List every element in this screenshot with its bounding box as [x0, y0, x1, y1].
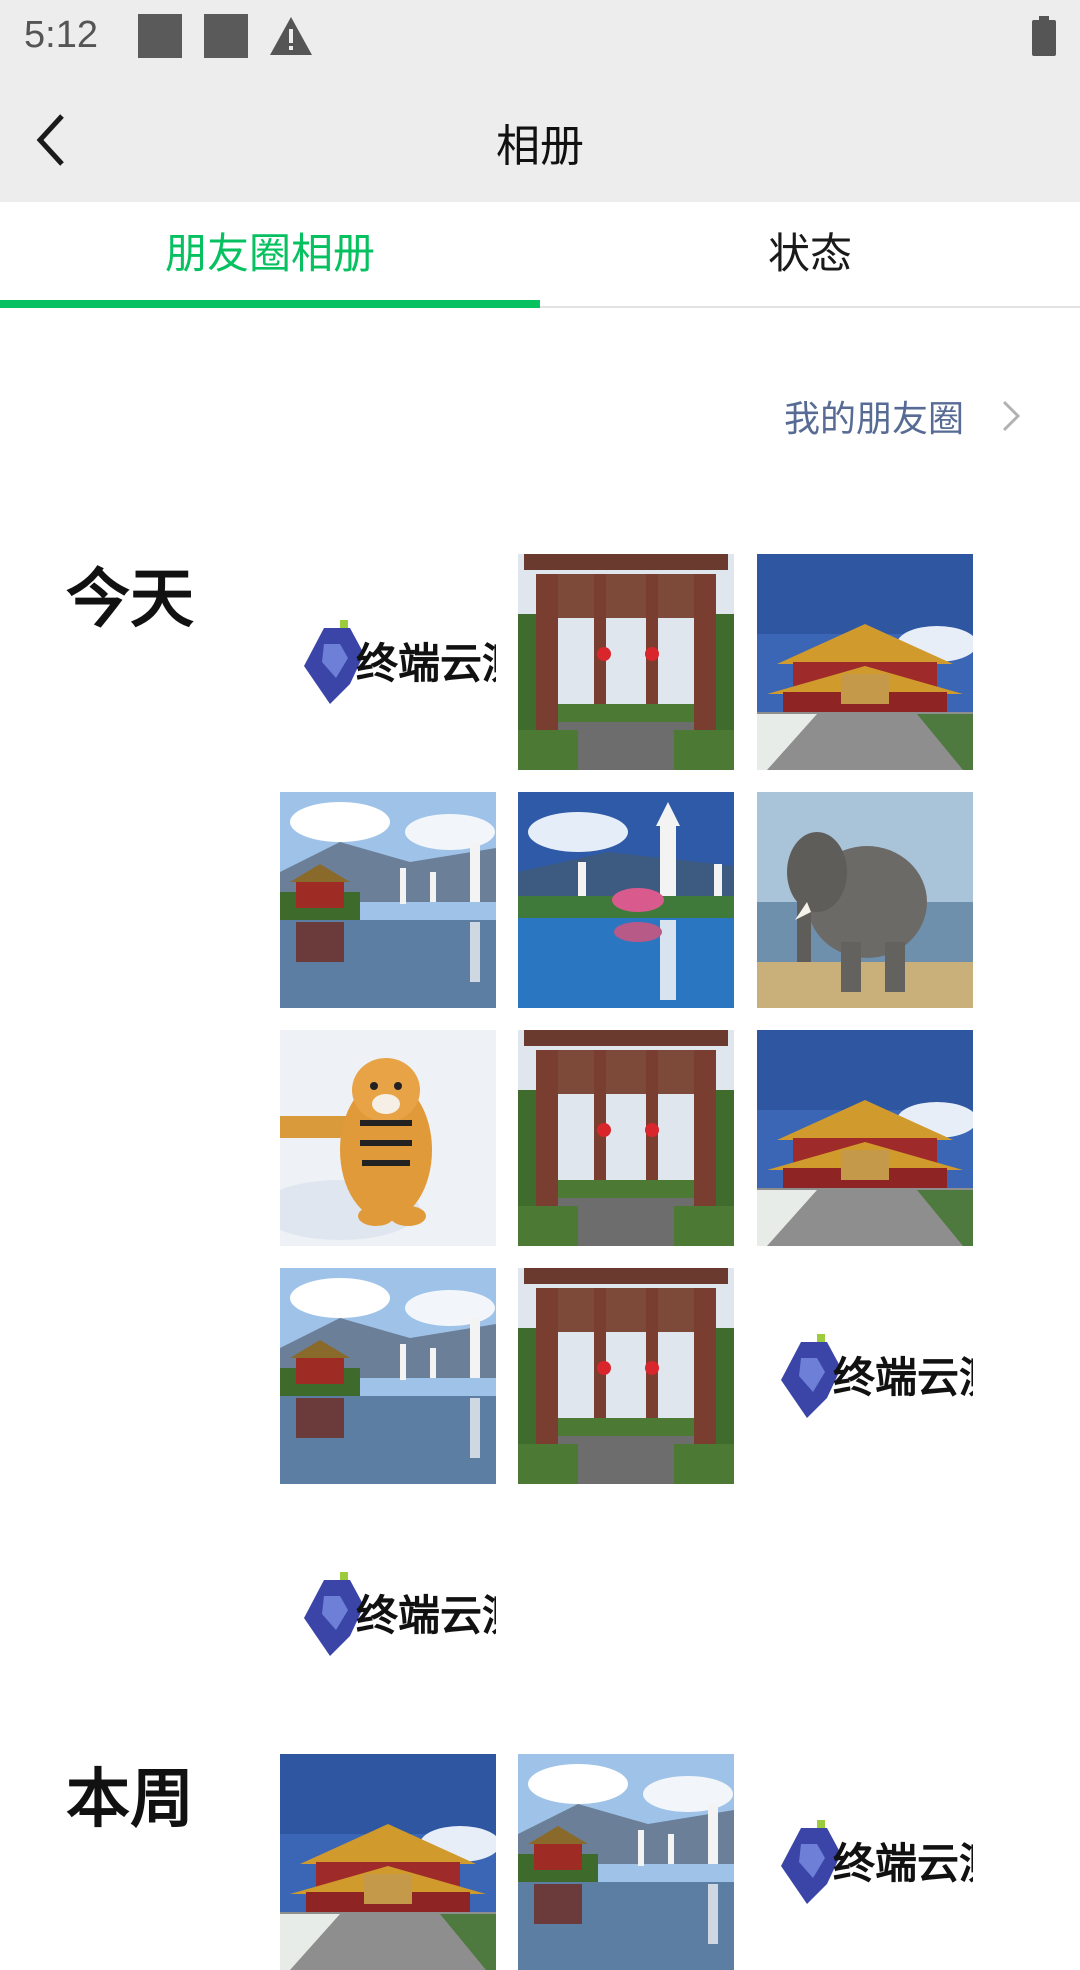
photo-image: [280, 1268, 496, 1484]
photo-image: [280, 1030, 496, 1246]
section-label-today: 今天: [66, 563, 194, 637]
notification-square-icon: [204, 14, 248, 58]
photo-thumbnail[interactable]: [757, 792, 973, 1008]
tab-status[interactable]: 状态: [540, 202, 1080, 306]
photo-thumbnail[interactable]: [280, 1754, 496, 1970]
svg-text:终端云测: 终端云测: [356, 1591, 496, 1640]
photo-thumbnail[interactable]: [757, 554, 973, 770]
battery-icon: [1032, 16, 1056, 56]
photo-thumbnail[interactable]: 终端云测: [280, 554, 496, 770]
status-time: 5:12: [24, 14, 98, 56]
svg-text:终端云测: 终端云测: [833, 1353, 973, 1402]
tab-moments-album[interactable]: 朋友圈相册: [0, 202, 540, 306]
chevron-right-icon: [1002, 400, 1021, 432]
tab-bar: 朋友圈相册 状态: [0, 202, 1080, 308]
photo-image: [518, 1030, 734, 1246]
photo-image: [518, 554, 734, 770]
photo-thumbnail[interactable]: [518, 792, 734, 1008]
photo-image: [757, 1030, 973, 1246]
photo-image: [518, 1268, 734, 1484]
status-bar: 5:12: [0, 0, 1080, 76]
svg-text:终端云测: 终端云测: [356, 639, 496, 688]
photo-image: [280, 1754, 496, 1970]
photo-thumbnail[interactable]: [280, 1030, 496, 1246]
notification-square-icon: [138, 14, 182, 58]
tab-indicator: [0, 300, 540, 308]
photo-thumbnail[interactable]: 终端云测: [757, 1268, 973, 1484]
section-label-this-week: 本周: [66, 1763, 194, 1837]
svg-text:终端云测: 终端云测: [833, 1839, 973, 1888]
photo-thumbnail[interactable]: 终端云测: [757, 1754, 973, 1970]
page-title: 相册: [496, 121, 584, 172]
photo-thumbnail[interactable]: [280, 1268, 496, 1484]
photo-image: [518, 792, 734, 1008]
title-bar: 相册: [0, 76, 1080, 202]
photo-thumbnail[interactable]: [280, 792, 496, 1008]
photo-thumbnail[interactable]: [518, 1030, 734, 1246]
photo-image: [280, 792, 496, 1008]
logo-image: 终端云测: [757, 1754, 973, 1970]
logo-image: 终端云测: [280, 1506, 496, 1722]
photo-image: [757, 792, 973, 1008]
photo-thumbnail[interactable]: [518, 1754, 734, 1970]
my-moments-label: 我的朋友圈: [783, 399, 964, 440]
photo-image: [757, 554, 973, 770]
logo-image: 终端云测: [280, 554, 496, 770]
warning-icon: [270, 17, 312, 55]
photo-thumbnail[interactable]: [757, 1030, 973, 1246]
photo-thumbnail[interactable]: 终端云测: [280, 1506, 496, 1722]
logo-image: 终端云测: [757, 1268, 973, 1484]
photo-thumbnail[interactable]: [518, 554, 734, 770]
my-moments-link[interactable]: 我的朋友圈: [784, 386, 1022, 446]
photo-thumbnail[interactable]: [518, 1268, 734, 1484]
photo-image: [518, 1754, 734, 1970]
